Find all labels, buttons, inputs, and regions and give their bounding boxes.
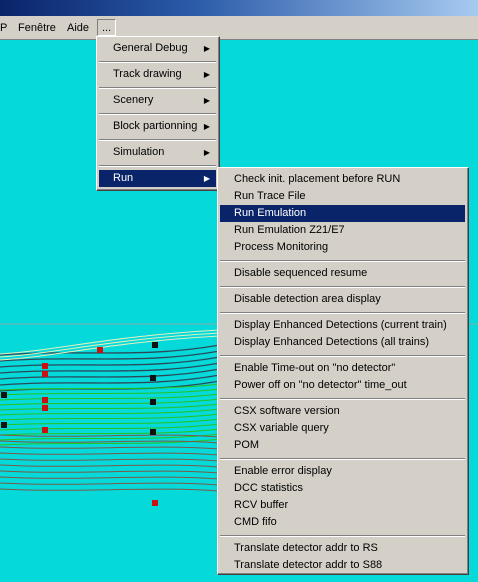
menu-item-check-init-placement-before-run[interactable]: Check init. placement before RUN [220, 171, 465, 188]
title-bar [0, 0, 478, 16]
submenu-arrow-icon: ▶ [203, 174, 210, 183]
menu-item-label: Display Enhanced Detections (all trains) [234, 336, 430, 348]
submenu-arrow-icon: ▶ [203, 70, 210, 79]
track-marker [152, 500, 158, 506]
menu-item-label: Run Trace File [234, 190, 306, 202]
menu-item-display-enhanced-detections-all-trains[interactable]: Display Enhanced Detections (all trains) [220, 334, 465, 351]
submenu-arrow-icon: ▶ [203, 122, 210, 131]
menu-item-scenery[interactable]: Scenery ▶ [99, 92, 216, 109]
menu-separator [99, 139, 216, 141]
menu-item-run-emulation[interactable]: Run Emulation [220, 205, 465, 222]
track-marker [152, 342, 158, 348]
submenu-arrow-icon: ▶ [203, 96, 210, 105]
track-marker [150, 429, 156, 435]
menu-item-translate-detector-addr-to-rs[interactable]: Translate detector addr to RS [220, 540, 465, 557]
track-marker [1, 392, 7, 398]
menu-item-label: CMD fifo [234, 516, 277, 528]
menu-item-display-enhanced-detections-current-train[interactable]: Display Enhanced Detections (current tra… [220, 317, 465, 334]
menu-separator [220, 535, 465, 537]
menu-item-label: Disable sequenced resume [234, 267, 368, 279]
menu-separator [220, 260, 465, 262]
menu-item-label: CSX software version [234, 405, 340, 417]
menu-item-translate-detector-addr-to-s88[interactable]: Translate detector addr to S88 [220, 557, 465, 574]
menu-separator [220, 312, 465, 314]
track-marker [42, 405, 48, 411]
track-marker [42, 427, 48, 433]
menu-item-rcv-buffer[interactable]: RCV buffer [220, 497, 465, 514]
menu-item-label: CSX variable query [234, 422, 329, 434]
debug-dropdown-menu: General Debug ▶ Track drawing ▶ Scenery ▶ B… [96, 36, 220, 191]
menu-separator [220, 398, 465, 400]
menu-bar: P Fenêtre Aide ... [0, 16, 478, 40]
menu-item-run-trace-file[interactable]: Run Trace File [220, 188, 465, 205]
menu-item-pom[interactable]: POM [220, 437, 465, 454]
track-marker [150, 399, 156, 405]
menu-item-label: RCV buffer [234, 499, 289, 511]
submenu-arrow-icon: ▶ [203, 148, 210, 157]
menu-item-power-off-on-no-detector-time-out[interactable]: Power off on "no detector" time_out [220, 377, 465, 394]
menu-separator [99, 113, 216, 115]
menu-separator [99, 61, 216, 63]
track-marker [97, 347, 103, 353]
menu-item-label: Enable Time-out on "no detector" [234, 362, 396, 374]
menu-item-run-emulation-z21-e7[interactable]: Run Emulation Z21/E7 [220, 222, 465, 239]
menu-fenetre[interactable]: Fenêtre [18, 21, 56, 35]
menu-item-label: Power off on "no detector" time_out [234, 379, 407, 391]
menu-aide[interactable]: Aide [67, 21, 89, 35]
menu-item-enable-time-out-on-no-detector[interactable]: Enable Time-out on "no detector" [220, 360, 465, 377]
menu-separator [220, 355, 465, 357]
menu-item-label: POM [234, 439, 260, 451]
menu-item-block-partionning[interactable]: Block partionning ▶ [99, 118, 216, 135]
menu-p[interactable]: P [0, 21, 7, 35]
submenu-arrow-icon: ▶ [203, 44, 210, 53]
menu-item-label: Translate detector addr to RS [234, 542, 378, 554]
track-marker [42, 363, 48, 369]
menu-item-dcc-statistics[interactable]: DCC statistics [220, 480, 465, 497]
menu-item-enable-error-display[interactable]: Enable error display [220, 463, 465, 480]
menu-item-simulation[interactable]: Simulation ▶ [99, 144, 216, 161]
menu-more[interactable]: ... [97, 19, 117, 36]
track-marker [42, 371, 48, 377]
menu-item-track-drawing[interactable]: Track drawing ▶ [99, 66, 216, 83]
menu-separator [220, 458, 465, 460]
menu-item-label: Translate detector addr to S88 [234, 559, 383, 571]
menu-item-label: Display Enhanced Detections (current tra… [234, 319, 447, 331]
menu-separator [220, 286, 465, 288]
menu-item-process-monitoring[interactable]: Process Monitoring [220, 239, 465, 256]
menu-item-label: Run Emulation Z21/E7 [234, 224, 345, 236]
menu-item-label: Check init. placement before RUN [234, 173, 401, 185]
track-marker [1, 422, 7, 428]
menu-separator [99, 165, 216, 167]
menu-separator [99, 87, 216, 89]
menu-item-label: Process Monitoring [234, 241, 329, 253]
menu-item-run[interactable]: Run ▶ [99, 170, 216, 187]
menu-item-csx-software-version[interactable]: CSX software version [220, 403, 465, 420]
menu-item-label: Run Emulation [234, 207, 307, 219]
run-submenu: Check init. placement before RUN Run Trac… [217, 167, 469, 575]
menu-item-disable-sequenced-resume[interactable]: Disable sequenced resume [220, 265, 465, 282]
menu-item-cmd-fifo[interactable]: CMD fifo [220, 514, 465, 531]
menu-item-csx-variable-query[interactable]: CSX variable query [220, 420, 465, 437]
track-marker [150, 375, 156, 381]
menu-item-general-debug[interactable]: General Debug ▶ [99, 40, 216, 57]
menu-item-label: Enable error display [234, 465, 332, 477]
track-marker [42, 397, 48, 403]
menu-item-label: Disable detection area display [234, 293, 381, 305]
menu-item-disable-detection-area-display[interactable]: Disable detection area display [220, 291, 465, 308]
menu-item-label: DCC statistics [234, 482, 304, 494]
